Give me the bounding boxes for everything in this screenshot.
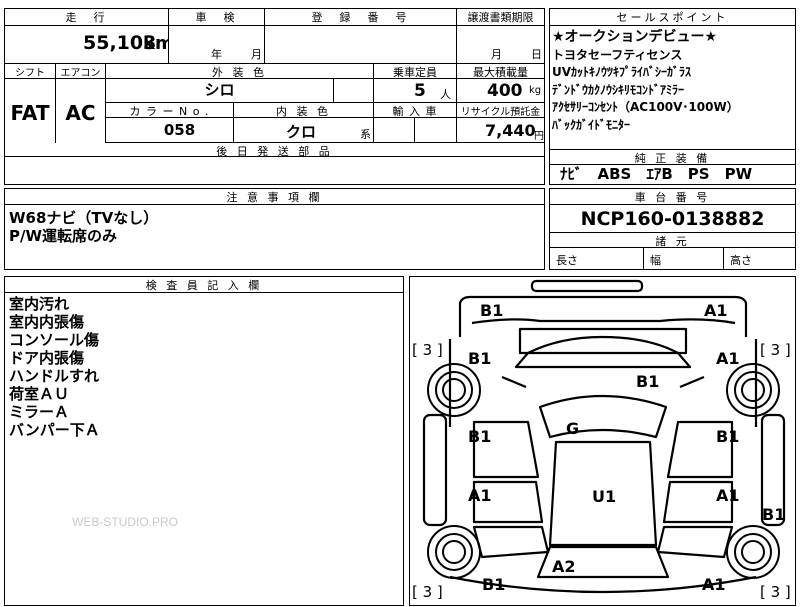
inspector-box: 検 査 員 記 入 欄 室内汚れ 室内内張傷 コンソール傷 ドア内張傷 ハンドル… — [4, 276, 404, 606]
selling-item: トヨタセーフティセンス — [552, 47, 683, 62]
mark-fender-left: B1 — [468, 349, 492, 368]
tire-front-right-label: [ 3 ] — [760, 341, 791, 359]
length-label: 長さ — [556, 254, 578, 267]
tire-rear-left-label: [ 3 ] — [412, 583, 443, 601]
mileage-unit: km — [143, 33, 168, 54]
height-label: 高さ — [730, 254, 752, 267]
transfer-day: 日 — [531, 48, 542, 61]
car-diagram-box: [ 3 ] [ 3 ] [ 3 ] [ 3 ] B1 A1 B1 A1 B1 B… — [409, 276, 796, 606]
transfer-header: 譲渡書類期限 — [456, 9, 544, 26]
mark-front-door-left: B1 — [468, 427, 492, 446]
seats-header: 乗車定員 — [373, 64, 456, 79]
mark-trunk: A2 — [552, 557, 576, 576]
mark-roof: U1 — [592, 487, 617, 506]
recycle-unit: 円 — [534, 131, 544, 142]
inspector-lines: 室内汚れ 室内内張傷 コンソール傷 ドア内張傷 ハンドルすれ 荷室ＡＵ ミラーＡ… — [9, 295, 100, 439]
exterior-value: シロ — [105, 79, 333, 103]
mark-front-left: B1 — [480, 301, 504, 320]
postparts-header: 後 日 発 送 部 品 — [5, 143, 544, 157]
mark-rear-door-right: A1 — [716, 486, 740, 505]
dims-header: 諸 元 — [550, 232, 795, 248]
equipment-header: 純 正 装 備 — [550, 149, 795, 165]
import-cell-a — [373, 118, 414, 143]
mark-glass: G — [566, 419, 580, 438]
selling-item: ★オークションデビュー★ — [552, 29, 718, 45]
interior-unit: 系 — [360, 128, 371, 141]
chassis-box: 車 台 番 号 NCP160-0138882 諸 元 長さ 幅 高さ — [549, 188, 796, 270]
width-cell: 幅 — [643, 248, 723, 269]
selling-header: セールスポイント — [550, 9, 795, 26]
inspection-header: 車 検 — [168, 9, 264, 26]
interior-value: クロ — [286, 123, 317, 141]
registration-header: 登 録 番 号 — [264, 9, 456, 26]
inspector-line: ミラーＡ — [9, 403, 70, 421]
seats-value: 5 — [414, 81, 426, 101]
transfer-month: 月 — [491, 48, 502, 61]
import-cell-b — [414, 118, 456, 143]
interior-header: 内 装 色 — [233, 103, 373, 118]
inspector-header: 検 査 員 記 入 欄 — [5, 277, 403, 293]
mileage-cell: 55,103 km — [5, 26, 168, 64]
equipment-value: ﾅﾋﾞ ABS ｴｱB PS PW — [560, 165, 753, 183]
watermark: WEB-STUDIO.PRO — [72, 515, 179, 529]
inspection-cell: 年 月 — [168, 26, 264, 64]
load-header: 最大積載量 — [456, 64, 544, 79]
load-unit: kg — [529, 85, 542, 96]
mark-hood: B1 — [636, 372, 660, 391]
mark-fender-right: A1 — [716, 349, 740, 368]
mark-rear-right: A1 — [702, 575, 726, 594]
exterior-header: 外 装 色 — [105, 64, 373, 79]
mark-rear-left: B1 — [482, 575, 506, 594]
inspector-line: バンパー下Ａ — [9, 421, 100, 439]
width-label: 幅 — [650, 254, 661, 267]
seats-unit: 人 — [440, 88, 451, 101]
mark-front-right: A1 — [704, 301, 728, 320]
note-line: W68ナビ（TVなし） — [9, 209, 159, 227]
notes-lines: W68ナビ（TVなし） P/W運転席のみ — [9, 209, 158, 245]
transfer-cell: 月 日 — [456, 26, 544, 64]
exterior-extra-cell — [333, 79, 373, 103]
mileage-header: 走 行 — [5, 9, 168, 26]
vehicle-info-table: 走 行 車 検 登 録 番 号 譲渡書類期限 55,103 km 年 月 月 日… — [4, 8, 545, 185]
notes-header: 注 意 事 項 欄 — [5, 189, 544, 205]
recycle-cell: 7,440 円 — [456, 118, 544, 143]
shift-header: シフト — [5, 64, 55, 79]
inspection-year: 年 — [211, 48, 222, 61]
recycle-header: リサイクル預託金 — [456, 103, 544, 118]
tire-front-left-label: [ 3 ] — [412, 341, 443, 359]
inspector-line: 室内内張傷 — [9, 313, 85, 331]
note-line: P/W運転席のみ — [9, 227, 118, 245]
aircon-header: エアコン — [55, 64, 105, 79]
inspector-line: ハンドルすれ — [9, 367, 100, 385]
inspector-line: ドア内張傷 — [9, 349, 85, 367]
chassis-header: 車 台 番 号 — [550, 189, 795, 205]
color-no-value: 058 — [105, 118, 233, 143]
inspection-month: 月 — [251, 48, 262, 61]
selling-item: ｱｸｾｻﾘｰｺﾝｾﾝﾄ（AC100V･100W） — [552, 100, 739, 114]
color-no-header: カ ラ ー N o . — [105, 103, 233, 118]
import-header: 輸 入 車 — [373, 103, 456, 118]
selling-item: ﾊﾞｯｸｶﾞｲﾄﾞﾓﾆﾀｰ — [552, 117, 631, 132]
chassis-number: NCP160-0138882 — [580, 208, 765, 230]
inspector-line: コンソール傷 — [9, 331, 100, 349]
inspector-line: 室内汚れ — [9, 295, 70, 313]
interior-cell: クロ 系 — [233, 118, 373, 143]
mark-rear-side-right: B1 — [762, 505, 786, 524]
selling-list: ★オークションデビュー★ トヨタセーフティセンス UVｶｯﾄｷﾉｳﾂｷﾌﾟﾗｲﾊ… — [552, 29, 794, 147]
recycle-value: 7,440 — [485, 121, 536, 140]
inspector-line: 荷室ＡＵ — [9, 385, 70, 403]
height-cell: 高さ — [723, 248, 795, 269]
selling-points-box: セールスポイント ★オークションデビュー★ トヨタセーフティセンス UVｶｯﾄｷ… — [549, 8, 796, 185]
notes-box: 注 意 事 項 欄 W68ナビ（TVなし） P/W運転席のみ — [4, 188, 545, 270]
load-value: 400 — [487, 81, 523, 101]
seats-cell: 5 人 — [373, 79, 456, 103]
load-cell: 400 kg — [456, 79, 544, 103]
selling-item: ﾃﾞﾝﾄﾞｳｶｸﾉｳｼｷﾘﾓｺﾝﾄﾞｱﾐﾗｰ — [552, 82, 685, 97]
tire-rear-right-label: [ 3 ] — [760, 583, 791, 601]
selling-item: UVｶｯﾄｷﾉｳﾂｷﾌﾟﾗｲﾊﾞｼｰｶﾞﾗｽ — [552, 65, 692, 79]
registration-cell — [264, 26, 456, 64]
mark-front-door-right: B1 — [716, 427, 740, 446]
mark-rear-door-left: A1 — [468, 486, 492, 505]
